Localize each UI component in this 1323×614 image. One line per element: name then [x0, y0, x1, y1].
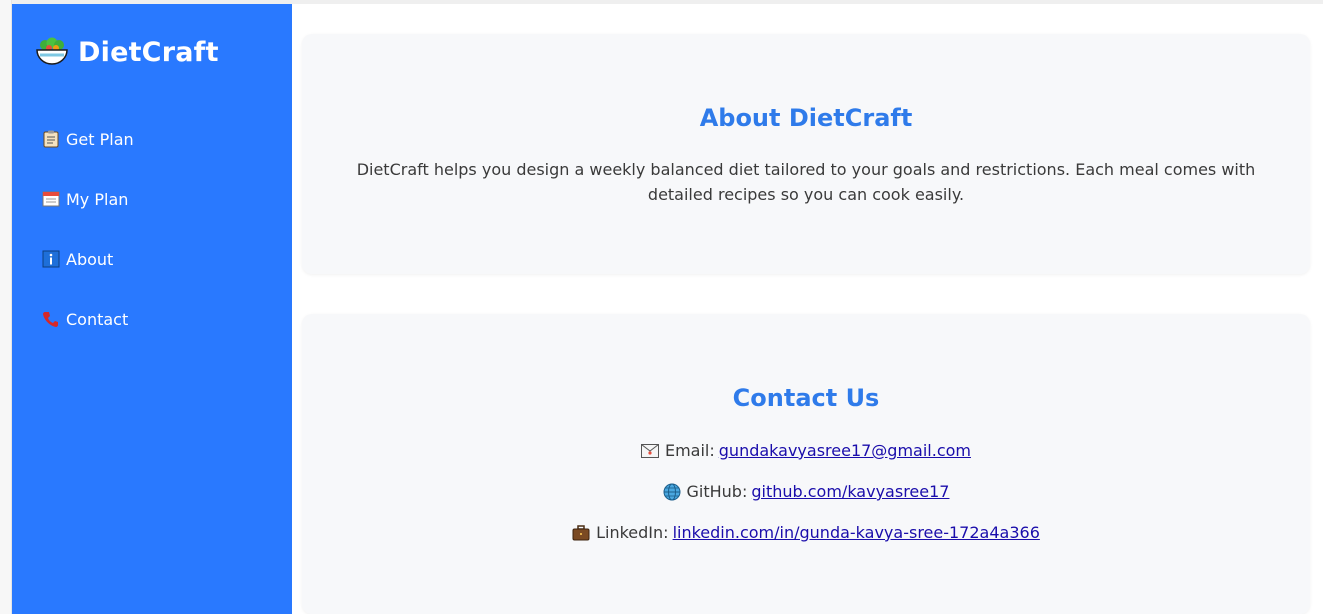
sidebar-item-my-plan[interactable]: My Plan: [42, 186, 282, 212]
contact-card: Contact Us Email: gundakavyasree17@gmail…: [302, 314, 1310, 614]
phone-icon: [42, 310, 60, 328]
sidebar-item-contact[interactable]: Contact: [42, 306, 282, 332]
about-card: About DietCraft DietCraft helps you desi…: [302, 34, 1310, 274]
contact-title: Contact Us: [732, 384, 880, 412]
sidebar-item-about[interactable]: About: [42, 246, 282, 272]
about-title: About DietCraft: [699, 104, 913, 132]
github-label: GitHub:: [686, 482, 748, 501]
github-link[interactable]: github.com/kavyasree17: [751, 482, 949, 501]
window-left-edge: [0, 0, 12, 614]
contact-github-row: GitHub: github.com/kavyasree17: [302, 482, 1310, 501]
sidebar: DietCraft Get Plan My Plan About Contact: [12, 4, 292, 614]
sidebar-nav: Get Plan My Plan About Contact: [42, 126, 282, 366]
sidebar-item-label: Get Plan: [66, 129, 134, 149]
linkedin-label: LinkedIn:: [596, 523, 669, 542]
main-content: About DietCraft DietCraft helps you desi…: [292, 4, 1323, 614]
contact-linkedin-row: LinkedIn: linkedin.com/in/gunda-kavya-sr…: [302, 523, 1310, 542]
sidebar-item-label: About: [66, 249, 114, 269]
salad-bowl-icon: [34, 34, 70, 70]
briefcase-icon: [572, 524, 590, 542]
app-window: DietCraft Get Plan My Plan About Contact…: [0, 0, 1323, 614]
linkedin-link[interactable]: linkedin.com/in/gunda-kavya-sree-172a4a3…: [673, 523, 1040, 542]
email-label: Email:: [664, 441, 715, 460]
sidebar-item-label: My Plan: [66, 189, 129, 209]
app-title: DietCraft: [78, 36, 219, 68]
sidebar-item-get-plan[interactable]: Get Plan: [42, 126, 282, 152]
contact-email-row: Email: gundakavyasree17@gmail.com: [302, 441, 1310, 460]
globe-icon: [663, 483, 681, 501]
envelope-icon: [640, 442, 659, 460]
about-description: DietCraft helps you design a weekly bala…: [356, 160, 1256, 204]
sidebar-item-label: Contact: [66, 309, 129, 329]
brand[interactable]: DietCraft: [34, 34, 219, 70]
calendar-icon: [42, 190, 60, 208]
email-link[interactable]: gundakavyasree17@gmail.com: [719, 441, 971, 460]
info-icon: [42, 250, 60, 268]
clipboard-icon: [42, 130, 60, 148]
